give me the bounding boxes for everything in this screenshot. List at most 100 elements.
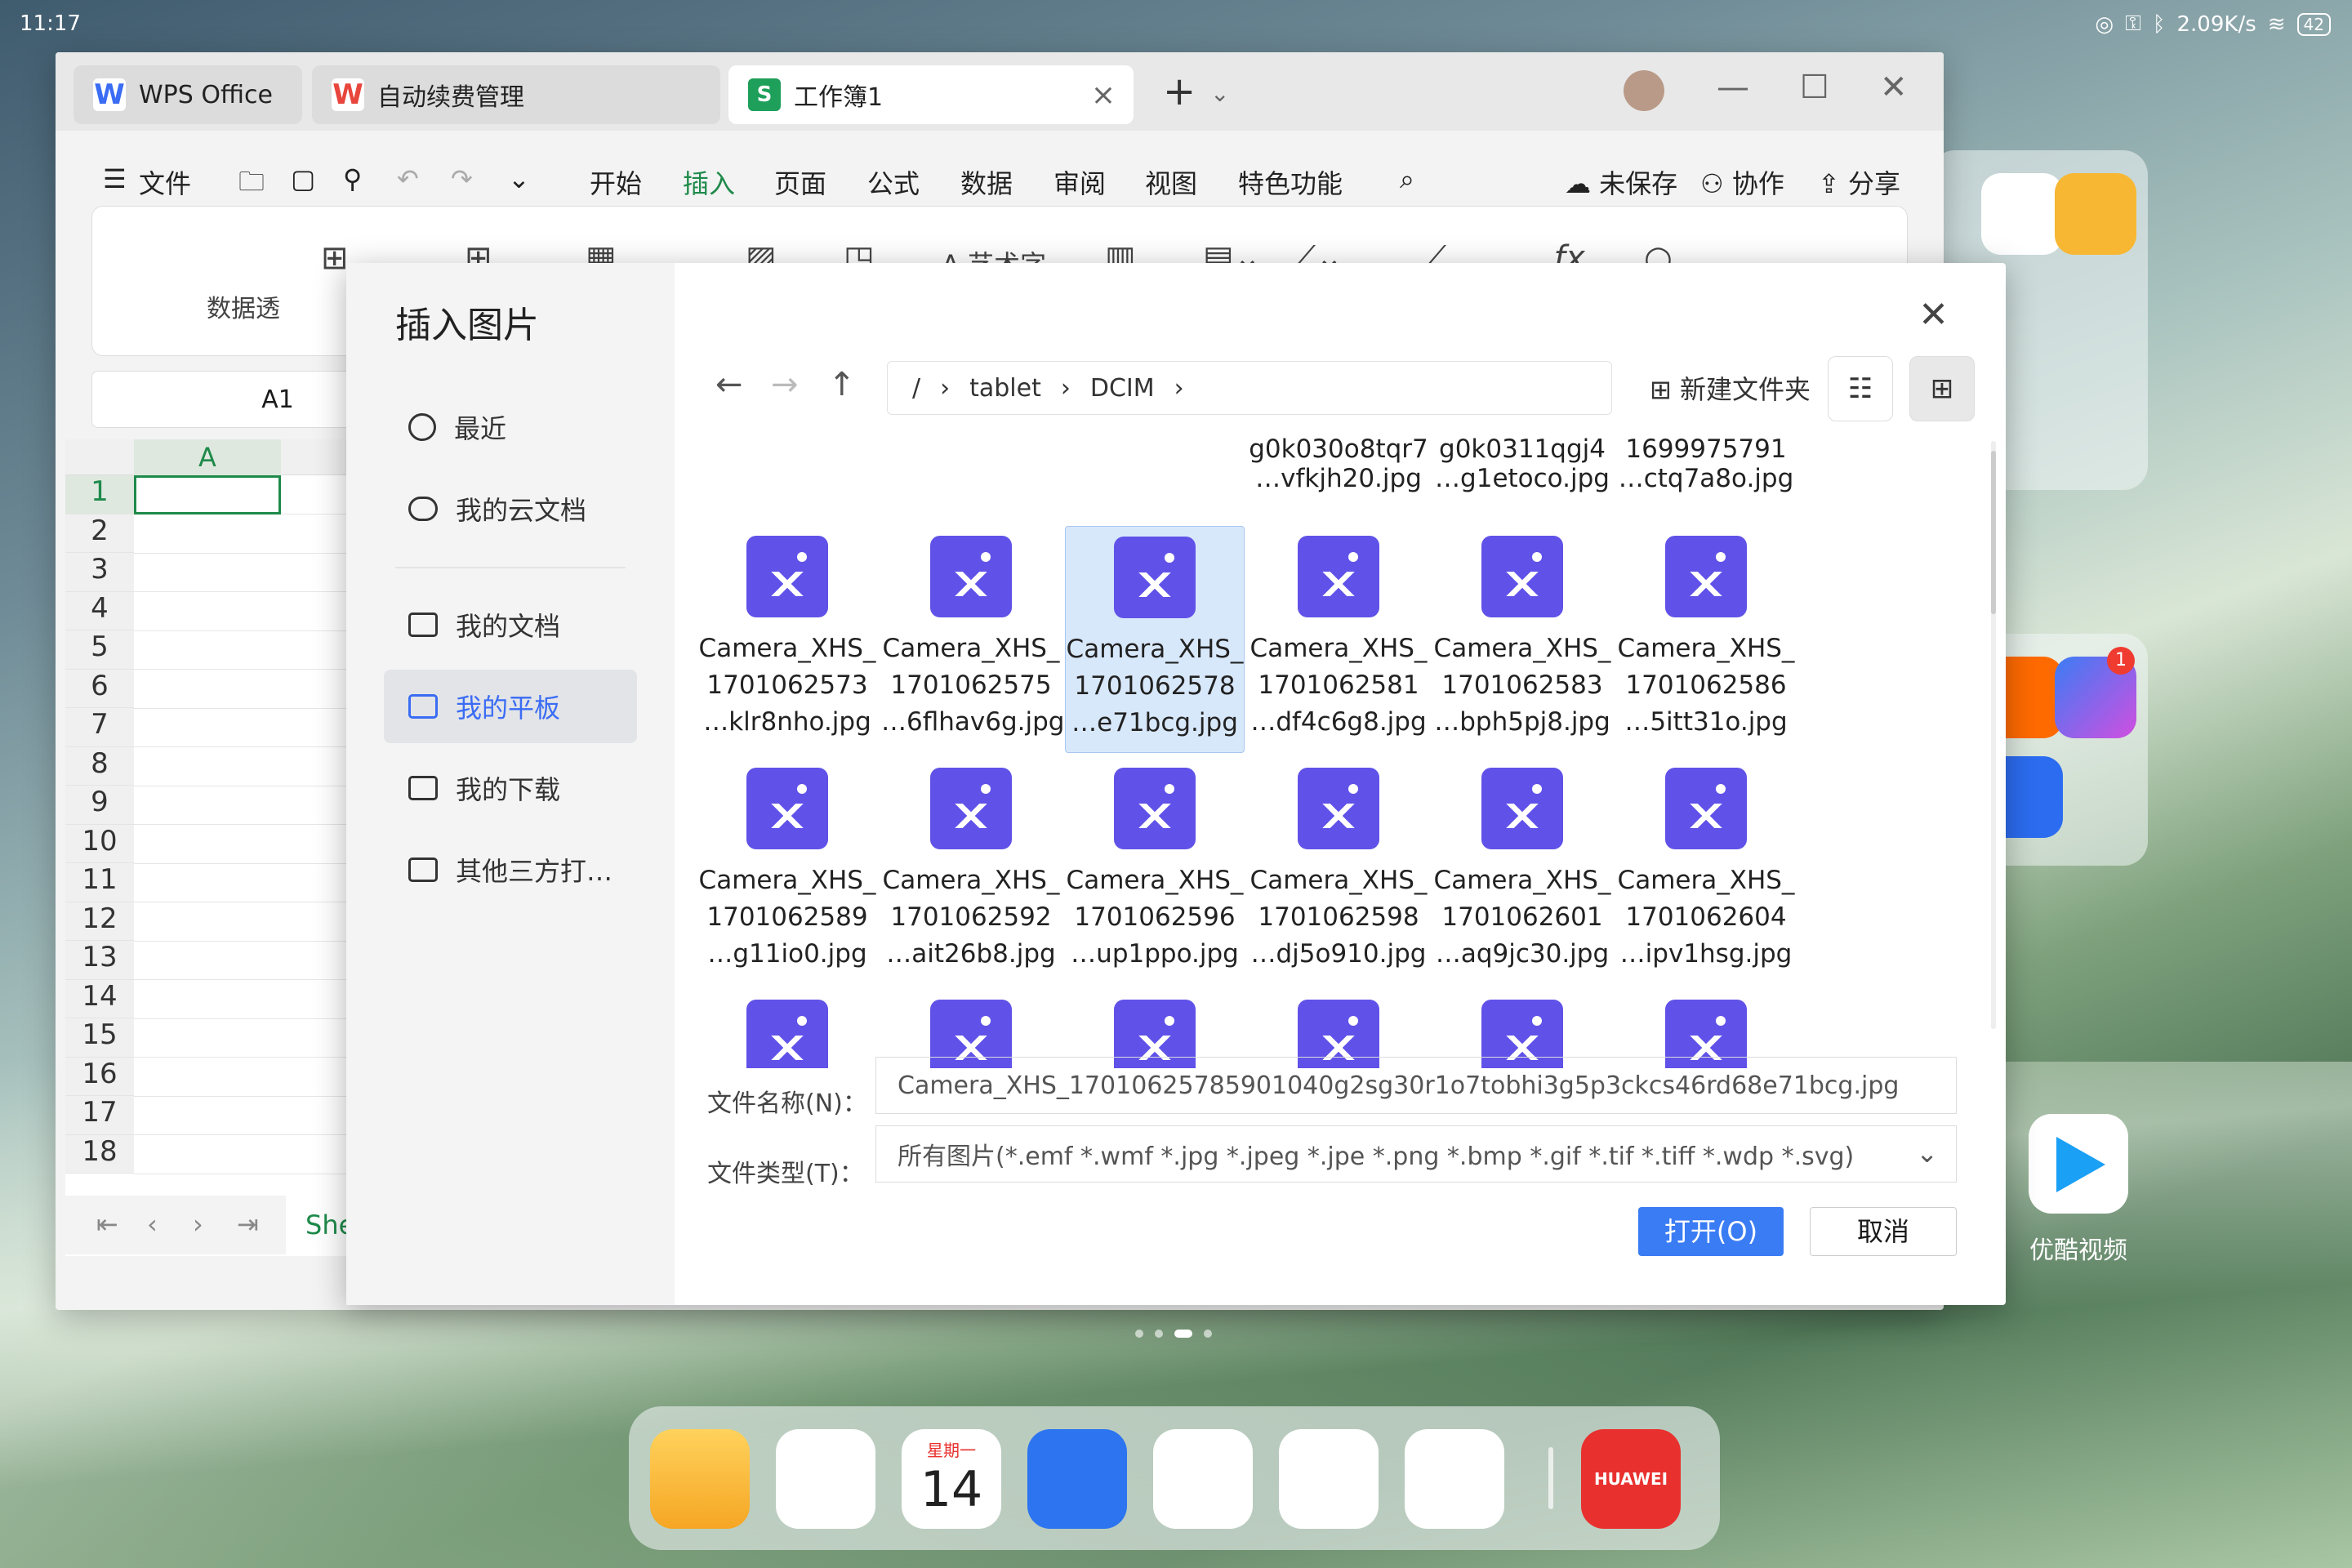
row-header[interactable]: 18	[65, 1134, 134, 1174]
redo-icon[interactable]: ↷	[451, 163, 473, 194]
grid-view-icon[interactable]: ⊞	[1909, 356, 1975, 421]
undo-icon[interactable]: ↶	[397, 163, 419, 194]
chevron-down-icon[interactable]: ⌄	[1210, 80, 1229, 107]
file-item[interactable]: Camera_XHS_ 1701062578 …e71bcg.jpg	[1065, 526, 1245, 753]
file-item[interactable]: Camera_XHS_ 1701062601 …aq9jc30.jpg	[1432, 758, 1612, 985]
menu-insert[interactable]: 插入	[683, 163, 736, 211]
next-sheet-icon[interactable]: ›	[193, 1209, 203, 1240]
row-header[interactable]: 1	[65, 475, 134, 514]
row-header[interactable]: 11	[65, 863, 134, 902]
file-item[interactable]: Camera_XHS_ 1701062581 …df4c6g8.jpg	[1249, 526, 1428, 753]
sidebar-item-recent[interactable]: 最近	[384, 390, 637, 464]
file-item[interactable]: Camera_XHS_ 1701062592 …ait26b8.jpg	[881, 758, 1061, 985]
menu-view[interactable]: 视图	[1145, 163, 1197, 201]
file-item[interactable]: Camera_XHS_ 1701062575 …6flhav6g.jpg	[881, 526, 1064, 753]
filetype-select[interactable]: 所有图片(*.emf *.wmf *.jpg *.jpeg *.jpe *.pn…	[875, 1125, 1957, 1183]
menu-review[interactable]: 审阅	[1054, 163, 1106, 201]
row-header[interactable]: 14	[65, 979, 134, 1018]
tab-auto-renew[interactable]: W 自动续费管理	[312, 65, 720, 124]
sidebar-item-documents[interactable]: 我的文档	[384, 588, 637, 662]
search-icon[interactable]: ⌕	[1400, 163, 1414, 195]
file-item[interactable]: Camera_XHS_ 1701062583 …bph5pj8.jpg	[1432, 526, 1612, 753]
close-tab-icon[interactable]: ×	[1091, 78, 1116, 112]
pivot-table-icon[interactable]: ⊞	[321, 239, 349, 277]
row-header[interactable]: 12	[65, 902, 134, 941]
close-dialog-icon[interactable]: ✕	[1918, 294, 1949, 336]
row-header[interactable]: 4	[65, 591, 134, 630]
row-header[interactable]: 8	[65, 746, 134, 786]
row-header[interactable]: 2	[65, 514, 134, 553]
row-header[interactable]: 3	[65, 553, 134, 592]
maximize-icon[interactable]: ☐	[1800, 69, 1829, 106]
row-header[interactable]: 6	[65, 669, 134, 708]
file-item[interactable]: Camera_XHS_ 1701062589 …g11io0.jpg	[697, 758, 877, 985]
cancel-button[interactable]: 取消	[1810, 1207, 1957, 1256]
menu-data[interactable]: 数据	[960, 163, 1013, 201]
menu-home[interactable]: 开始	[590, 163, 642, 201]
breadcrumb-dcim[interactable]: DCIM	[1090, 374, 1155, 403]
filename-input[interactable]: Camera_XHS_17010625785901040g2sg30r1o7to…	[875, 1057, 1957, 1114]
back-arrow-icon[interactable]: ←	[715, 366, 743, 403]
up-arrow-icon[interactable]: ↑	[828, 366, 856, 403]
sidebar-item-tablet[interactable]: 我的平板	[384, 670, 637, 743]
notes-app-icon[interactable]	[776, 1429, 875, 1529]
calendar-app-icon[interactable]: 星期一 14	[902, 1429, 1001, 1529]
column-header-a[interactable]: A	[134, 439, 281, 475]
file-item[interactable]: Camera_XHS_ 1701062604 …ipv1hsg.jpg	[1616, 758, 1796, 985]
menu-page[interactable]: 页面	[774, 163, 826, 201]
prev-sheet-icon[interactable]: ‹	[147, 1209, 158, 1240]
sidebar-item-cloud[interactable]: 我的云文档	[384, 472, 637, 546]
tab-wps-office[interactable]: W WPS Office	[74, 65, 302, 124]
scrollbar-thumb[interactable]	[1991, 451, 1996, 614]
list-view-icon[interactable]: ☷	[1828, 356, 1893, 421]
youku-app-icon[interactable]	[2029, 1114, 2128, 1214]
tab-workbook[interactable]: S 工作簿1 ×	[728, 65, 1134, 124]
row-header[interactable]: 5	[65, 630, 134, 670]
row-header[interactable]: 15	[65, 1018, 134, 1058]
more-chevron-icon[interactable]: ⌄	[508, 163, 530, 194]
file-item-cutoff[interactable]	[697, 990, 877, 1068]
new-tab-icon[interactable]: +	[1163, 69, 1196, 114]
new-folder-button[interactable]: ⊞ 新建文件夹	[1650, 369, 1811, 407]
open-folder-icon[interactable]: 🗀	[238, 163, 265, 207]
minimize-icon[interactable]: —	[1717, 69, 1749, 106]
sidebar-item-downloads[interactable]: 我的下载	[384, 751, 637, 825]
avatar[interactable]	[1624, 70, 1664, 111]
collab-button[interactable]: ⚇ 协作	[1700, 163, 1784, 201]
close-window-icon[interactable]: ✕	[1880, 69, 1908, 106]
sidebar-item-third-party[interactable]: 其他三方打…	[384, 833, 637, 906]
menu-special[interactable]: 特色功能	[1238, 163, 1343, 201]
file-item-partial[interactable]: g0k0311qgj4 …g1etoco.jpg	[1432, 434, 1612, 493]
unsaved-status[interactable]: ☁ 未保存	[1565, 163, 1677, 201]
row-header[interactable]: 13	[65, 941, 134, 980]
breadcrumb-root[interactable]: /	[912, 374, 920, 403]
file-item-partial[interactable]: g0k030o8tqr7 …vfkjh20.jpg	[1249, 434, 1428, 493]
file-item[interactable]: Camera_XHS_ 1701062598 …dj5o910.jpg	[1249, 758, 1428, 985]
last-sheet-icon[interactable]: ⇥	[237, 1209, 259, 1240]
row-header[interactable]: 16	[65, 1057, 134, 1096]
selected-cell[interactable]	[134, 475, 281, 514]
forward-arrow-icon[interactable]: →	[771, 366, 799, 403]
row-header[interactable]: 17	[65, 1096, 134, 1135]
open-button[interactable]: 打开(O)	[1638, 1207, 1784, 1256]
first-sheet-icon[interactable]: ⇤	[96, 1209, 118, 1240]
files-app-icon[interactable]	[650, 1429, 750, 1529]
file-item[interactable]: Camera_XHS_ 1701062596 …up1ppo.jpg	[1065, 758, 1245, 985]
docs-app-icon[interactable]	[1153, 1429, 1253, 1529]
hamburger-icon[interactable]: ☰	[103, 163, 127, 194]
breadcrumb-tablet[interactable]: tablet	[969, 374, 1041, 403]
link-icon[interactable]: ⚲	[343, 163, 362, 194]
save-icon[interactable]: ▢	[291, 163, 315, 194]
file-item-partial[interactable]: 1699975791 …ctq7a8o.jpg	[1616, 434, 1796, 493]
row-header[interactable]: 7	[65, 708, 134, 747]
browser-app-icon[interactable]	[1279, 1429, 1379, 1529]
huawei-store-icon[interactable]: HUAWEI	[1581, 1429, 1681, 1529]
menu-formula[interactable]: 公式	[867, 163, 920, 201]
gallery-app-icon[interactable]	[1405, 1429, 1504, 1529]
diamond-app-icon[interactable]	[2055, 173, 2136, 255]
share-button[interactable]: ⇪ 分享	[1818, 163, 1900, 201]
file-item[interactable]: Camera_XHS_ 1701062586 …5itt31o.jpg	[1616, 526, 1796, 753]
menu-file[interactable]: 文件	[139, 163, 191, 201]
row-header[interactable]: 9	[65, 786, 134, 825]
mail-app-icon[interactable]	[1027, 1429, 1127, 1529]
